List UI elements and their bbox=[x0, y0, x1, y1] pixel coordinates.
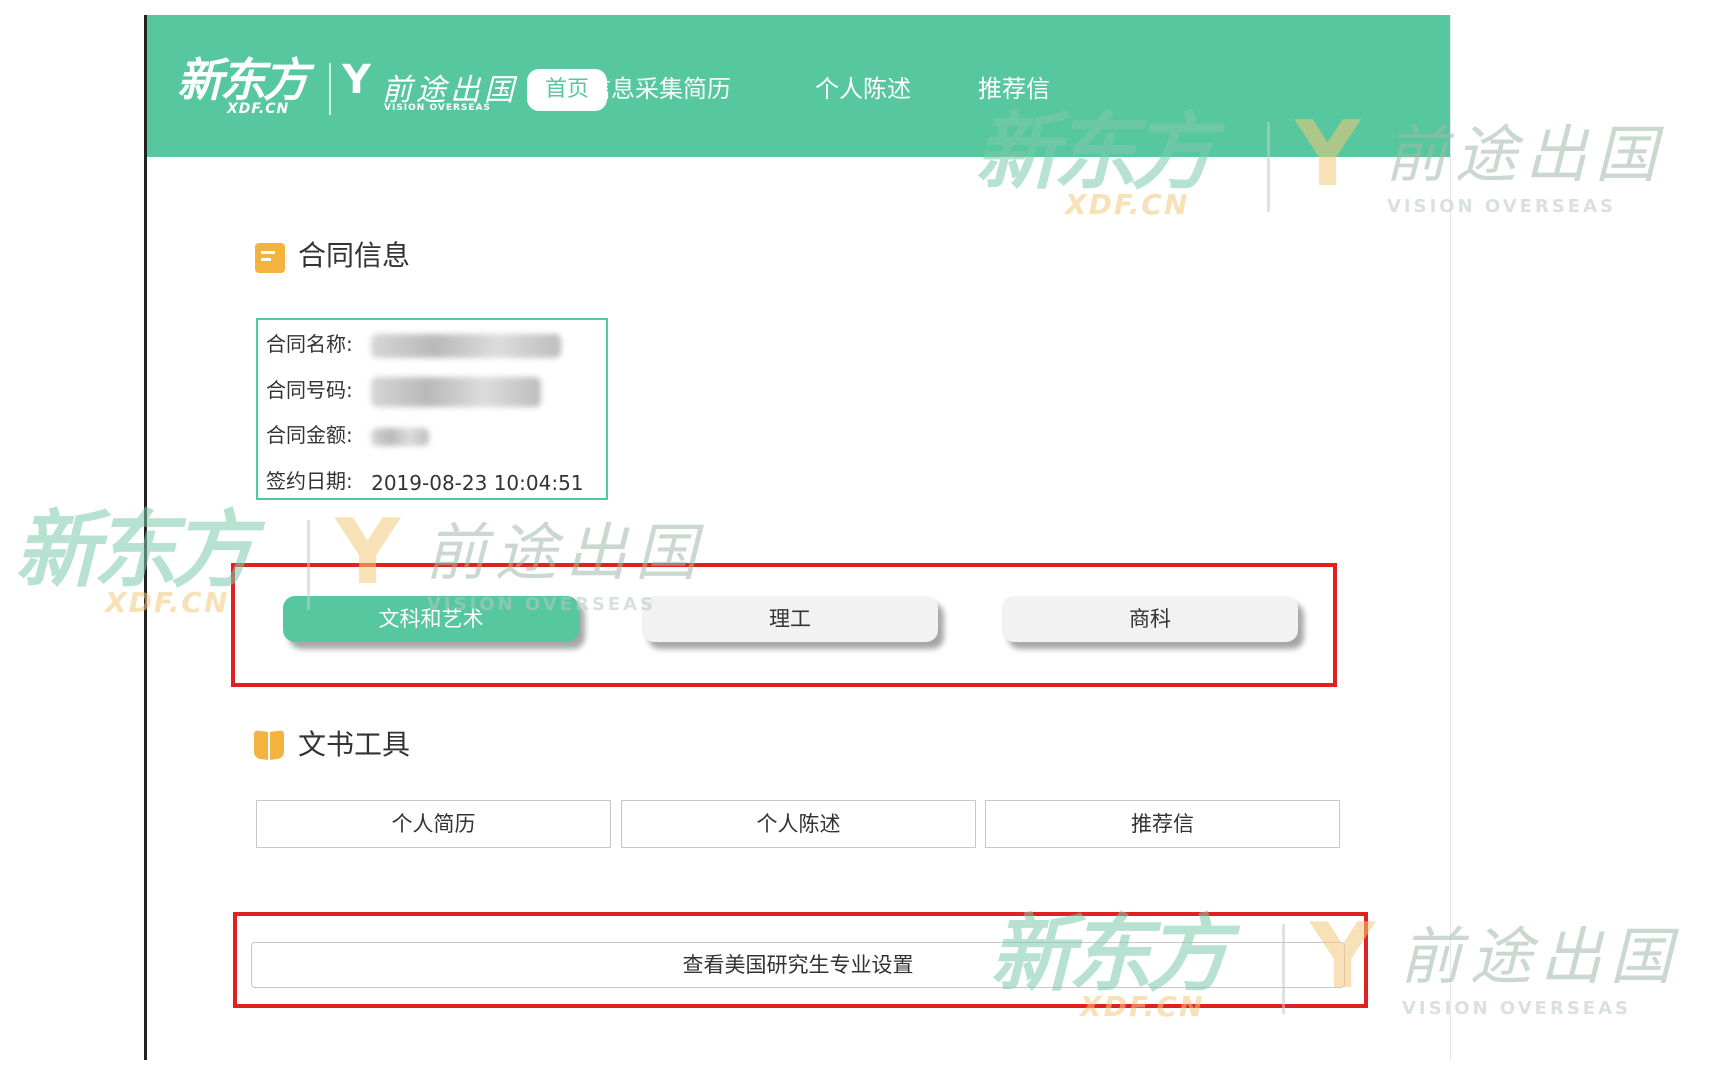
category-engineering-button[interactable]: 理工 bbox=[642, 596, 938, 642]
majors-highlight-frame bbox=[233, 912, 1368, 1008]
contract-name-label: 合同名称: bbox=[266, 332, 353, 356]
logo-divider bbox=[329, 63, 331, 115]
xdf-logo-cn: 新东方 bbox=[177, 53, 309, 107]
left-border bbox=[144, 15, 147, 1060]
nav-home[interactable]: 首页 bbox=[527, 69, 607, 111]
xdf-logo[interactable]: 新东方 XDF.CN bbox=[177, 53, 309, 117]
vision-logo-en: VISION OVERSEAS bbox=[384, 103, 491, 113]
recommendation-letter-tool-button[interactable]: 推荐信 bbox=[985, 800, 1340, 848]
contract-name-row: 合同名称: bbox=[266, 330, 562, 358]
category-business-button[interactable]: 商科 bbox=[1002, 596, 1298, 642]
xdf-logo-en: XDF.CN bbox=[227, 101, 290, 117]
vision-mark-icon: Y bbox=[342, 57, 371, 103]
contract-info-box: 合同名称: 合同号码: 合同金额: 签约日期: 2019-08-23 10:04… bbox=[256, 318, 608, 500]
nav-info-collection[interactable]: 信息采集简历 bbox=[587, 69, 731, 109]
tools-section-title: 文书工具 bbox=[298, 728, 411, 761]
top-header: 新东方 XDF.CN Y 前途出国 VISION OVERSEAS 信息采集简历… bbox=[147, 15, 1450, 157]
book-icon bbox=[254, 730, 286, 761]
contract-amount-row: 合同金额: bbox=[266, 421, 430, 449]
contract-section-title: 合同信息 bbox=[298, 239, 411, 272]
sign-date-row: 签约日期: 2019-08-23 10:04:51 bbox=[266, 467, 584, 497]
personal-statement-tool-button[interactable]: 个人陈述 bbox=[621, 800, 976, 848]
contract-number-redacted bbox=[371, 376, 542, 407]
contract-amount-label: 合同金额: bbox=[266, 423, 353, 447]
contract-number-label: 合同号码: bbox=[266, 378, 353, 402]
sign-date-value: 2019-08-23 10:04:51 bbox=[371, 470, 584, 495]
right-border bbox=[1450, 15, 1451, 1060]
contract-number-row: 合同号码: bbox=[266, 376, 542, 407]
contract-icon bbox=[255, 243, 285, 273]
resume-tool-button[interactable]: 个人简历 bbox=[256, 800, 611, 848]
nav-recommendation-letter[interactable]: 推荐信 bbox=[978, 69, 1050, 109]
contract-amount-redacted bbox=[371, 427, 430, 446]
sign-date-label: 签约日期: bbox=[266, 469, 353, 493]
category-liberal-arts-button[interactable]: 文科和艺术 bbox=[283, 596, 579, 642]
nav-personal-statement[interactable]: 个人陈述 bbox=[815, 69, 911, 109]
contract-name-redacted bbox=[371, 333, 562, 358]
